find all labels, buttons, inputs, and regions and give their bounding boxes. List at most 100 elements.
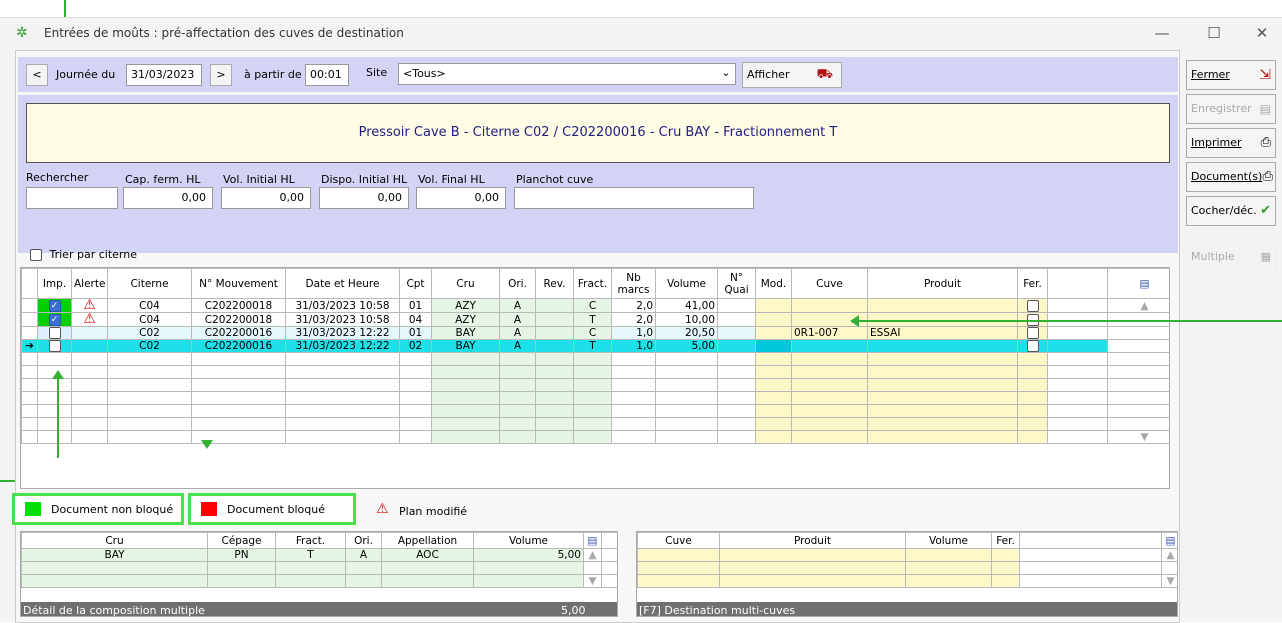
fer-cell[interactable] (1017, 298, 1048, 313)
col-cuve[interactable]: Cuve (791, 268, 868, 299)
imp-cell[interactable] (37, 339, 72, 353)
col-ori[interactable]: Ori. (499, 268, 536, 299)
fer-cell[interactable] (1017, 339, 1048, 353)
prev-day-button[interactable]: < (26, 64, 48, 86)
comp-col-cepage[interactable]: Cépage (207, 532, 276, 549)
quai-cell (717, 339, 756, 353)
col-alerte[interactable]: Alerte (71, 268, 108, 299)
dest-col-fer[interactable]: Fer. (991, 532, 1020, 549)
cell (71, 404, 108, 418)
scrollbar-up[interactable]: ▲ (1140, 300, 1148, 312)
table-row[interactable] (21, 417, 1169, 431)
enregistrer-button[interactable]: Enregistrer ▤ (1186, 94, 1276, 124)
minimize-button[interactable]: — (1152, 24, 1172, 42)
fer-cell[interactable] (1017, 326, 1048, 340)
comp-col-appellation[interactable]: Appellation (381, 532, 474, 549)
col-quai[interactable]: N° Quai (717, 268, 756, 299)
comp-col-cru[interactable]: Cru (21, 532, 208, 549)
col-date[interactable]: Date et Heure (285, 268, 400, 299)
fer-checkbox[interactable] (1026, 327, 1039, 339)
col-volume[interactable]: Volume (655, 268, 718, 299)
col-citerne[interactable]: Citerne (107, 268, 192, 299)
fer-checkbox[interactable] (1026, 299, 1039, 312)
close-button[interactable]: ✕ (1252, 24, 1272, 42)
alerte-cell: ⚠ (71, 312, 108, 327)
dest-col-settings[interactable]: ▤ (1161, 532, 1177, 549)
imp-cell[interactable]: ✓ (37, 312, 72, 327)
col-fer[interactable]: Fer. (1017, 268, 1048, 299)
comp-col-settings[interactable]: ▤ (583, 532, 602, 549)
cell (399, 378, 432, 392)
col-rev[interactable]: Rev. (535, 268, 574, 299)
alerte-cell (71, 326, 108, 340)
trier-checkbox[interactable] (30, 249, 42, 261)
comp-col-ori[interactable]: Ori. (345, 532, 382, 549)
comp-col-volume[interactable]: Volume (473, 532, 584, 549)
table-row[interactable]: ▼ (637, 574, 1177, 588)
site-select[interactable]: <Tous> (398, 63, 736, 85)
date-input[interactable]: 31/03/2023 (126, 64, 202, 86)
imp-cell[interactable] (37, 326, 72, 340)
multiple-button[interactable]: Multiple ▦ (1186, 242, 1276, 272)
search-input[interactable] (26, 187, 118, 209)
scrollbar-down[interactable]: ▼ (583, 574, 602, 588)
imp-checkbox[interactable]: ✓ (48, 313, 61, 326)
table-row[interactable]: BAY PN T A AOC 5,00 ▲ (21, 548, 617, 562)
col-settings[interactable]: ▤ (1107, 268, 1169, 299)
col-fract[interactable]: Fract. (573, 268, 612, 299)
table-row[interactable] (637, 561, 1177, 575)
cell (655, 391, 718, 405)
table-row[interactable] (21, 365, 1169, 379)
table-row[interactable]: C02 C202200016 31/03/2023 12:22 01 BAY A C 1,0 2… (21, 326, 1169, 340)
maximize-button[interactable]: ☐ (1204, 24, 1224, 42)
dest-col-produit[interactable]: Produit (719, 532, 906, 549)
col-cpt[interactable]: Cpt (399, 268, 432, 299)
planchot-field[interactable] (514, 187, 754, 209)
col-produit[interactable]: Produit (867, 268, 1018, 299)
trier-checkbox-row[interactable]: Trier par citerne (30, 248, 137, 261)
col-imp[interactable]: Imp. (37, 268, 72, 299)
table-row[interactable]: ▼ (21, 430, 1169, 444)
comp-col-fract[interactable]: Fract. (275, 532, 346, 549)
scrollbar-down[interactable]: ▼ (1161, 574, 1177, 588)
table-row[interactable]: ✓ ⚠ C04 C202200018 31/03/2023 10:58 01 AZY A C 2,… (21, 298, 1169, 313)
imprimer-button[interactable]: Imprimer ⎙ (1186, 128, 1276, 158)
col-mouvement[interactable]: N° Mouvement (191, 268, 286, 299)
warning-icon: ⚠ (83, 298, 96, 313)
table-row[interactable] (21, 561, 617, 575)
cell (499, 378, 536, 392)
col-cru[interactable]: Cru (431, 268, 500, 299)
col-nb-marcs[interactable]: Nb marcs (611, 268, 656, 299)
imp-cell[interactable]: ✓ (37, 298, 72, 313)
cocher-button[interactable]: Cocher/déc. ✔ (1186, 196, 1276, 226)
dest-col-volume[interactable]: Volume (905, 532, 992, 549)
fer-checkbox[interactable] (1026, 340, 1039, 352)
dest-col-cuve[interactable]: Cuve (637, 532, 720, 549)
site-dropdown-button[interactable]: ⌄ (718, 64, 734, 84)
cell (655, 430, 718, 444)
imp-checkbox[interactable]: ✓ (48, 299, 61, 312)
table-row[interactable] (21, 391, 1169, 405)
scrollbar-up[interactable]: ▲ (583, 548, 602, 562)
imp-checkbox[interactable] (48, 327, 61, 339)
row-indicator (21, 417, 38, 431)
col-mod[interactable]: Mod. (755, 268, 792, 299)
next-day-button[interactable]: > (210, 64, 232, 86)
table-row[interactable] (21, 404, 1169, 418)
documents-button[interactable]: Document(s) ⎙ (1186, 162, 1276, 192)
afficher-button[interactable]: Afficher ⛟ (742, 62, 842, 88)
column-config-icon: ▤ (1165, 534, 1176, 547)
table-row[interactable]: ▲ (637, 548, 1177, 562)
table-row[interactable] (21, 378, 1169, 392)
imp-checkbox[interactable] (48, 340, 61, 352)
scrollbar-up[interactable]: ▲ (1161, 548, 1177, 562)
fermer-button[interactable]: Fermer ⇲ (1186, 60, 1276, 90)
cell (1017, 417, 1048, 431)
table-row[interactable]: ▼ (21, 574, 617, 588)
imprimer-label: Imprimer (1191, 136, 1242, 149)
table-row[interactable]: ➔ C02 C202200016 31/03/2023 12:22 02 BAY A T 1,0… (21, 339, 1169, 353)
scrollbar-down[interactable]: ▼ (1140, 432, 1148, 443)
table-row[interactable] (21, 352, 1169, 366)
time-input[interactable]: 00:01 (305, 64, 349, 86)
comp-fract: T (275, 548, 346, 562)
